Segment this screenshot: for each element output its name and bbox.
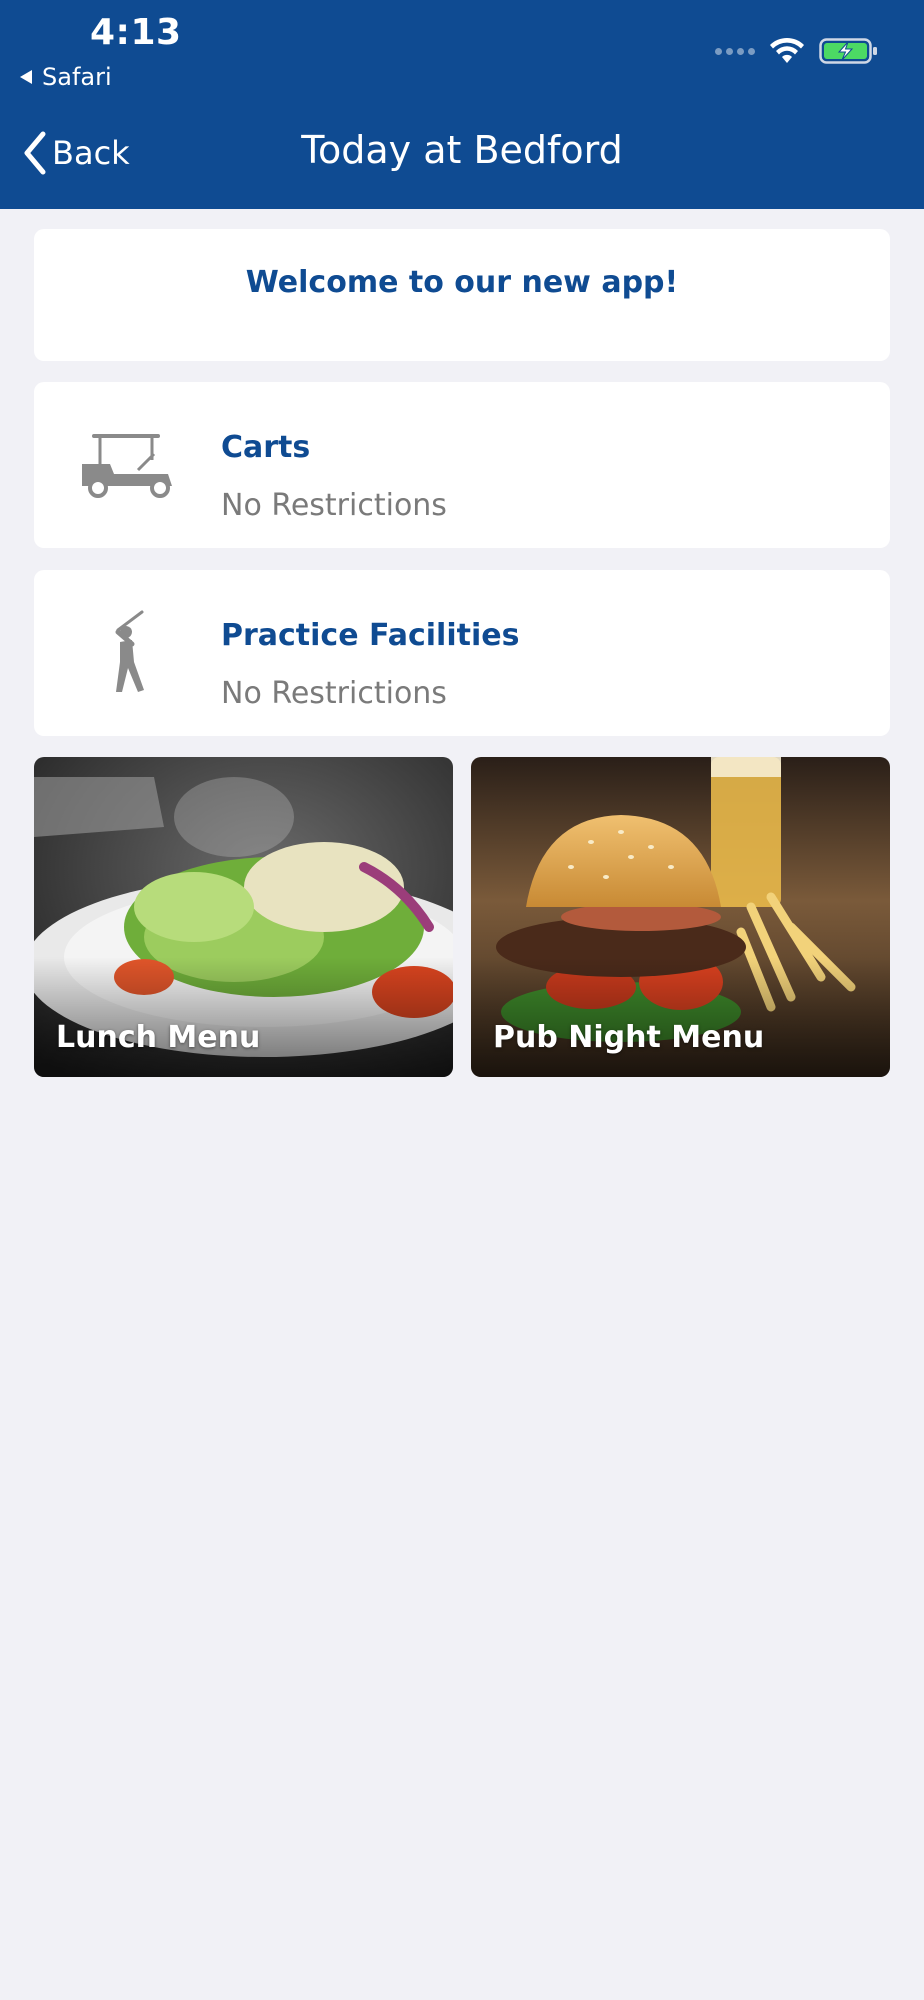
golfer-icon bbox=[80, 610, 176, 696]
status-icons bbox=[715, 34, 879, 68]
carts-status: No Restrictions bbox=[221, 488, 447, 523]
pub-night-menu-label: Pub Night Menu bbox=[493, 1020, 765, 1055]
page-title: Today at Bedford bbox=[301, 128, 623, 172]
welcome-card: Welcome to our new app! bbox=[34, 229, 890, 361]
welcome-message: Welcome to our new app! bbox=[245, 265, 679, 300]
chevron-left-icon bbox=[24, 131, 46, 175]
carts-title: Carts bbox=[221, 430, 311, 465]
battery-charging-icon bbox=[819, 38, 877, 64]
signal-icon bbox=[715, 47, 755, 55]
wifi-icon bbox=[770, 37, 804, 63]
carts-card[interactable]: Carts No Restrictions bbox=[34, 382, 890, 548]
practice-facilities-status: No Restrictions bbox=[221, 676, 447, 711]
back-button-label: Back bbox=[52, 134, 130, 172]
tile-shade bbox=[471, 957, 890, 1077]
status-time: 4:13 bbox=[90, 12, 182, 53]
practice-facilities-card[interactable]: Practice Facilities No Restrictions bbox=[34, 570, 890, 736]
practice-facilities-title: Practice Facilities bbox=[221, 618, 520, 653]
tile-shade bbox=[34, 957, 453, 1077]
back-button[interactable]: Back bbox=[22, 130, 130, 176]
lunch-menu-tile[interactable]: Lunch Menu bbox=[34, 757, 453, 1077]
lunch-menu-label: Lunch Menu bbox=[56, 1020, 261, 1055]
app-header: 4:13 Safari Back Today at Bedford bbox=[0, 0, 924, 209]
pub-night-menu-tile[interactable]: Pub Night Menu bbox=[471, 757, 890, 1077]
back-to-safari-link[interactable]: Safari bbox=[20, 62, 112, 92]
golf-cart-icon bbox=[80, 422, 176, 508]
back-triangle-icon bbox=[20, 70, 32, 84]
back-app-label: Safari bbox=[42, 63, 112, 91]
